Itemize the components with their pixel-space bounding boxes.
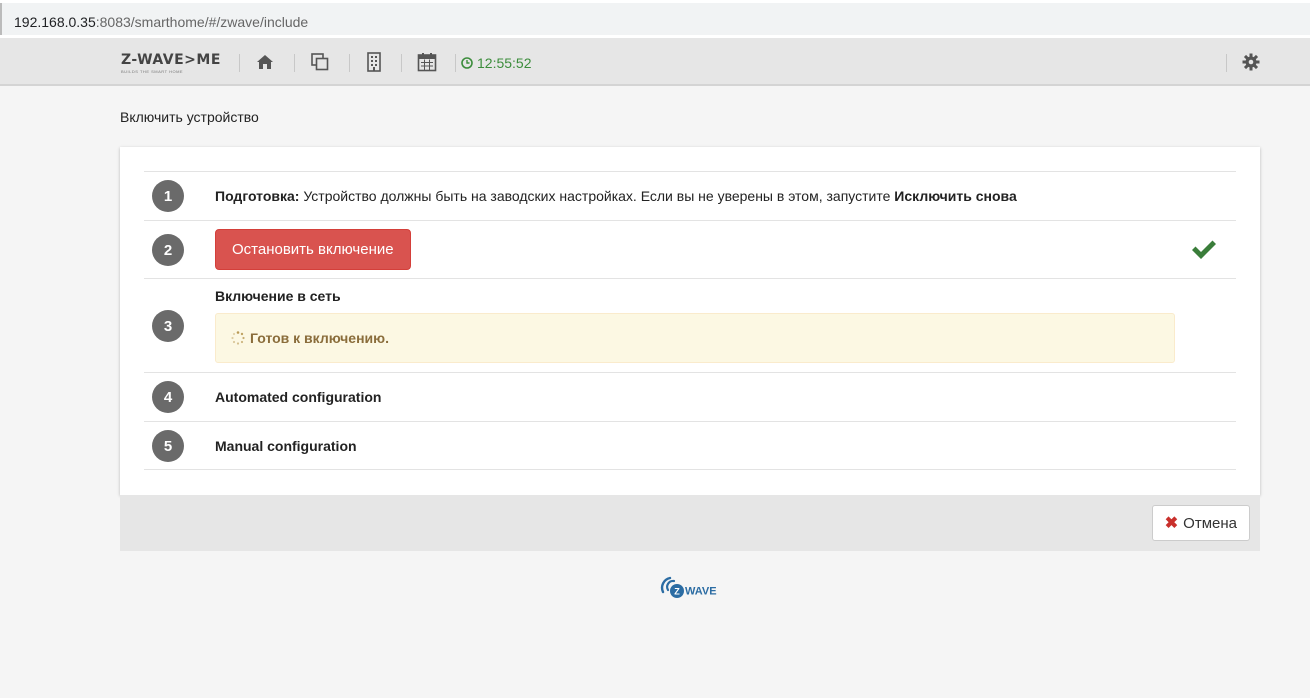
page-title: Включить устройство: [120, 109, 259, 125]
check-icon: [1192, 240, 1216, 259]
nav-divider: [349, 54, 350, 72]
step-label: Подготовка:: [215, 188, 300, 204]
zwave-logo-icon: Z WAVE: [660, 576, 717, 598]
nav-divider: [294, 54, 295, 72]
step-number: 4: [152, 381, 184, 413]
step-preparation: 1 Подготовка: Устройство должны быть на …: [144, 171, 1236, 220]
cancel-label: Отмена: [1183, 514, 1237, 532]
step-manual-configuration: 5 Manual configuration: [144, 421, 1236, 470]
home-icon[interactable]: [254, 51, 276, 73]
panel-footer: ✖ Отмена: [120, 495, 1260, 551]
step-description: Устройство должны быть на заводских наст…: [299, 188, 895, 204]
nav-divider: [455, 54, 456, 72]
stop-inclusion-button[interactable]: Остановить включение: [215, 229, 411, 270]
url-field[interactable]: 192.168.0.35:8083/smarthome/#/zwave/incl…: [0, 3, 1310, 35]
browser-address-bar[interactable]: 192.168.0.35:8083/smarthome/#/zwave/incl…: [0, 0, 1310, 38]
settings-icon[interactable]: [1240, 51, 1262, 73]
step-number: 5: [152, 430, 184, 462]
alert-text: Готов к включению.: [250, 330, 389, 346]
exclude-again-link[interactable]: Исключить снова: [894, 188, 1016, 204]
svg-text:Z: Z: [674, 587, 680, 597]
steps-list: 1 Подготовка: Устройство должны быть на …: [144, 171, 1236, 470]
cancel-button[interactable]: ✖ Отмена: [1151, 505, 1250, 541]
calendar-icon[interactable]: [416, 51, 438, 73]
clock-time: 12:55:52: [477, 55, 532, 71]
spinner-icon: [231, 331, 245, 345]
logo-subtitle: BUILDS THE SMART HOME: [121, 69, 184, 74]
include-panel: 1 Подготовка: Устройство должны быть на …: [120, 147, 1260, 495]
nav-divider: [401, 54, 402, 72]
clock-icon: [461, 57, 473, 69]
step-network-inclusion: 3 Включение в сеть Готов к включению.: [144, 278, 1236, 372]
zwave-brand-text: WAVE: [685, 586, 717, 598]
url-text[interactable]: 192.168.0.35:8083/smarthome/#/zwave/incl…: [14, 14, 308, 30]
step-body: Остановить включение: [215, 229, 411, 270]
step-number: 2: [152, 234, 184, 266]
nav-divider: [1226, 54, 1227, 72]
step-heading: Manual configuration: [215, 438, 357, 454]
step-body: Включение в сеть Готов к включению.: [215, 288, 1175, 363]
step-inclusion-control: 2 Остановить включение: [144, 220, 1236, 278]
step-number: 3: [152, 310, 184, 342]
nav-divider: [239, 54, 240, 72]
step-heading: Automated configuration: [215, 389, 382, 405]
step-automated-configuration: 4 Automated configuration: [144, 372, 1236, 421]
step-number: 1: [152, 180, 184, 212]
zwave-me-logo[interactable]: Z-WAVE>ME BUILDS THE SMART HOME: [121, 52, 221, 74]
copy-icon[interactable]: [309, 51, 331, 73]
step-heading: Включение в сеть: [215, 288, 341, 304]
inclusion-status-alert: Готов к включению.: [215, 313, 1175, 363]
top-navbar: Z-WAVE>ME BUILDS THE SMART HOME 12:55:52: [0, 38, 1310, 86]
logo-text: Z-WAVE>ME: [121, 52, 221, 68]
times-icon: ✖: [1164, 515, 1179, 532]
building-icon[interactable]: [363, 51, 385, 73]
clock: 12:55:52: [461, 55, 532, 71]
step-text: Подготовка: Устройство должны быть на за…: [215, 188, 1017, 204]
